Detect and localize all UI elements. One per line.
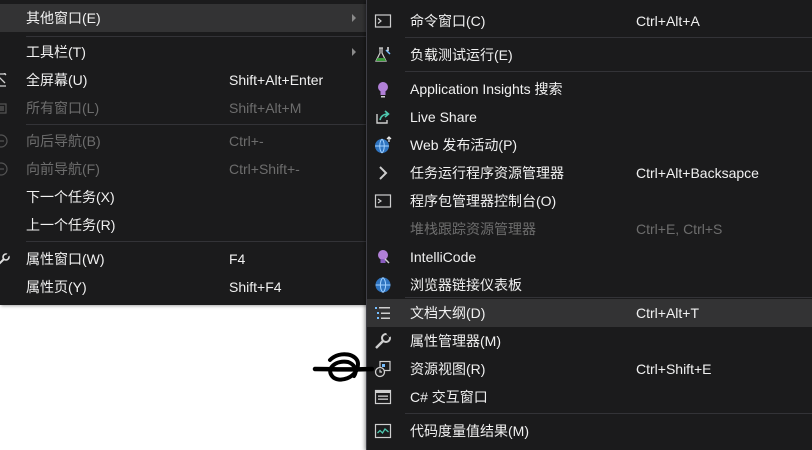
- menu-item-shortcut: Ctrl+Shift+E: [636, 361, 712, 377]
- csharp-interactive-icon: [374, 388, 392, 406]
- globe-publish-icon: [374, 136, 392, 154]
- menu-item-shortcut: Ctrl+Alt+Backsapce: [636, 165, 759, 181]
- menu-item-task-runner-explorer[interactable]: 任务运行程序资源管理器 Ctrl+Alt+Backsapce: [367, 159, 812, 187]
- menu-item-resource-view[interactable]: 资源视图(R) Ctrl+Shift+E: [367, 355, 812, 383]
- menu-item-label: 工具栏(T): [26, 44, 86, 60]
- menu-item-shortcut: Shift+Alt+Enter: [229, 72, 324, 88]
- scribble-annotation: [312, 352, 374, 382]
- menu-item-load-test-runs[interactable]: 负载测试运行(E): [367, 41, 812, 69]
- menu-item-stack-trace-explorer[interactable]: 堆栈跟踪资源管理器 Ctrl+E, Ctrl+S: [367, 215, 812, 243]
- menu-item-label: 所有窗口(L): [26, 100, 100, 116]
- menu-item-label: 下一个任务(X): [26, 189, 115, 205]
- submenu-arrow-icon: [352, 14, 356, 22]
- menu-item-previous-task[interactable]: 上一个任务(R): [0, 211, 366, 239]
- menu-item-browser-link-dashboard[interactable]: 浏览器链接仪表板: [367, 271, 812, 299]
- command-window-icon: [374, 12, 392, 30]
- menu-item-label: 属性窗口(W): [26, 251, 105, 267]
- menu-item-properties-window[interactable]: 属性窗口(W) F4: [0, 245, 366, 273]
- menu-item-package-manager-console[interactable]: 程序包管理器控制台(O): [367, 187, 812, 215]
- globe-icon: [374, 276, 392, 294]
- menu-item-toolbars[interactable]: 工具栏(T): [0, 38, 366, 66]
- menu-separator: [26, 36, 366, 37]
- menu-item-label: 任务运行程序资源管理器: [410, 165, 564, 181]
- menu-item-label: Live Share: [410, 109, 477, 125]
- menu-item-label: 堆栈跟踪资源管理器: [410, 221, 536, 237]
- menu-item-code-metrics-results[interactable]: 代码度量值结果(M): [367, 417, 812, 445]
- menu-item-label: 程序包管理器控制台(O): [410, 193, 557, 209]
- other-windows-submenu: 命令窗口(C) Ctrl+Alt+A 负载测试运行(E) Application…: [366, 0, 812, 450]
- menu-item-shortcut: Ctrl+Shift+-: [229, 161, 300, 177]
- menu-separator: [405, 71, 812, 72]
- menu-separator: [26, 124, 366, 125]
- menu-item-property-manager[interactable]: 属性管理器(M): [367, 327, 812, 355]
- navigate-forward-icon: [0, 162, 10, 176]
- menu-item-label: 全屏幕(U): [26, 72, 88, 88]
- menu-separator: [405, 413, 812, 414]
- live-share-icon: [374, 108, 392, 126]
- menu-item-document-outline[interactable]: 文档大纲(D) Ctrl+Alt+T: [367, 299, 812, 327]
- fullscreen-icon: [0, 73, 10, 87]
- console-icon: [374, 192, 392, 210]
- outline-icon: [374, 304, 392, 322]
- menu-item-label: 属性管理器(M): [410, 333, 501, 349]
- menu-separator: [26, 241, 366, 242]
- menu-item-label: C# 交互窗口: [410, 389, 488, 405]
- menu-item-command-window[interactable]: 命令窗口(C) Ctrl+Alt+A: [367, 7, 812, 35]
- menu-item-live-share[interactable]: Live Share: [367, 103, 812, 131]
- menu-item-all-windows[interactable]: 所有窗口(L) Shift+Alt+M: [0, 94, 366, 122]
- menu-item-web-publish-activity[interactable]: Web 发布活动(P): [367, 131, 812, 159]
- menu-item-shortcut: Ctrl+Alt+T: [636, 305, 700, 321]
- wrench-icon: [0, 252, 10, 266]
- menu-item-label: IntelliCode: [410, 249, 477, 265]
- submenu-arrow-icon: [352, 48, 356, 56]
- menu-item-other-windows[interactable]: 其他窗口(E): [0, 4, 366, 32]
- menu-item-label: 向后导航(B): [26, 133, 101, 149]
- menu-item-shortcut: F4: [229, 251, 246, 267]
- wrench-icon: [374, 332, 392, 350]
- menu-item-label: Web 发布活动(P): [410, 137, 518, 153]
- menu-item-navigate-forward[interactable]: 向前导航(F) Ctrl+Shift+-: [0, 155, 366, 183]
- menu-item-label: 上一个任务(R): [26, 217, 116, 233]
- menu-item-intellicode[interactable]: IntelliCode: [367, 243, 812, 271]
- menu-item-application-insights-search[interactable]: Application Insights 搜索: [367, 75, 812, 103]
- menu-separator: [405, 37, 812, 38]
- menu-item-label: 文档大纲(D): [410, 305, 486, 321]
- menu-item-label: 其他窗口(E): [26, 10, 101, 26]
- menu-item-shortcut: Ctrl+E, Ctrl+S: [636, 221, 723, 237]
- resource-view-icon: [374, 360, 392, 378]
- navigate-back-icon: [0, 134, 10, 148]
- menu-item-shortcut: Shift+F4: [229, 279, 282, 295]
- code-metrics-icon: [374, 422, 392, 440]
- menu-item-shortcut: Ctrl+Alt+A: [636, 13, 700, 29]
- menu-item-label: 命令窗口(C): [410, 13, 486, 29]
- menu-item-label: 负载测试运行(E): [410, 47, 513, 63]
- chevron-right-icon: [374, 164, 392, 182]
- menu-item-csharp-interactive[interactable]: C# 交互窗口: [367, 383, 812, 411]
- menu-item-shortcut: Shift+Alt+M: [229, 100, 302, 116]
- menu-item-full-screen[interactable]: 全屏幕(U) Shift+Alt+Enter: [0, 66, 366, 94]
- menu-item-label: 属性页(Y): [26, 279, 87, 295]
- menu-item-label: 资源视图(R): [410, 361, 486, 377]
- view-menu: 其他窗口(E) 工具栏(T) 全屏幕(U) Shift+Alt+Enter 所有…: [0, 0, 367, 305]
- menu-item-shortcut: Ctrl+-: [229, 133, 264, 149]
- intellicode-icon: [374, 248, 392, 266]
- lightbulb-icon: [374, 80, 392, 98]
- menu-item-navigate-back[interactable]: 向后导航(B) Ctrl+-: [0, 127, 366, 155]
- menu-separator: [405, 297, 812, 298]
- menu-item-next-task[interactable]: 下一个任务(X): [0, 183, 366, 211]
- flask-icon: [374, 46, 392, 64]
- menu-item-label: Application Insights 搜索: [410, 81, 563, 97]
- menu-item-label: 向前导航(F): [26, 161, 100, 177]
- menu-item-property-pages[interactable]: 属性页(Y) Shift+F4: [0, 273, 366, 301]
- menu-item-label: 浏览器链接仪表板: [410, 277, 522, 293]
- menu-item-label: 代码度量值结果(M): [410, 423, 529, 439]
- all-windows-icon: [0, 101, 10, 115]
